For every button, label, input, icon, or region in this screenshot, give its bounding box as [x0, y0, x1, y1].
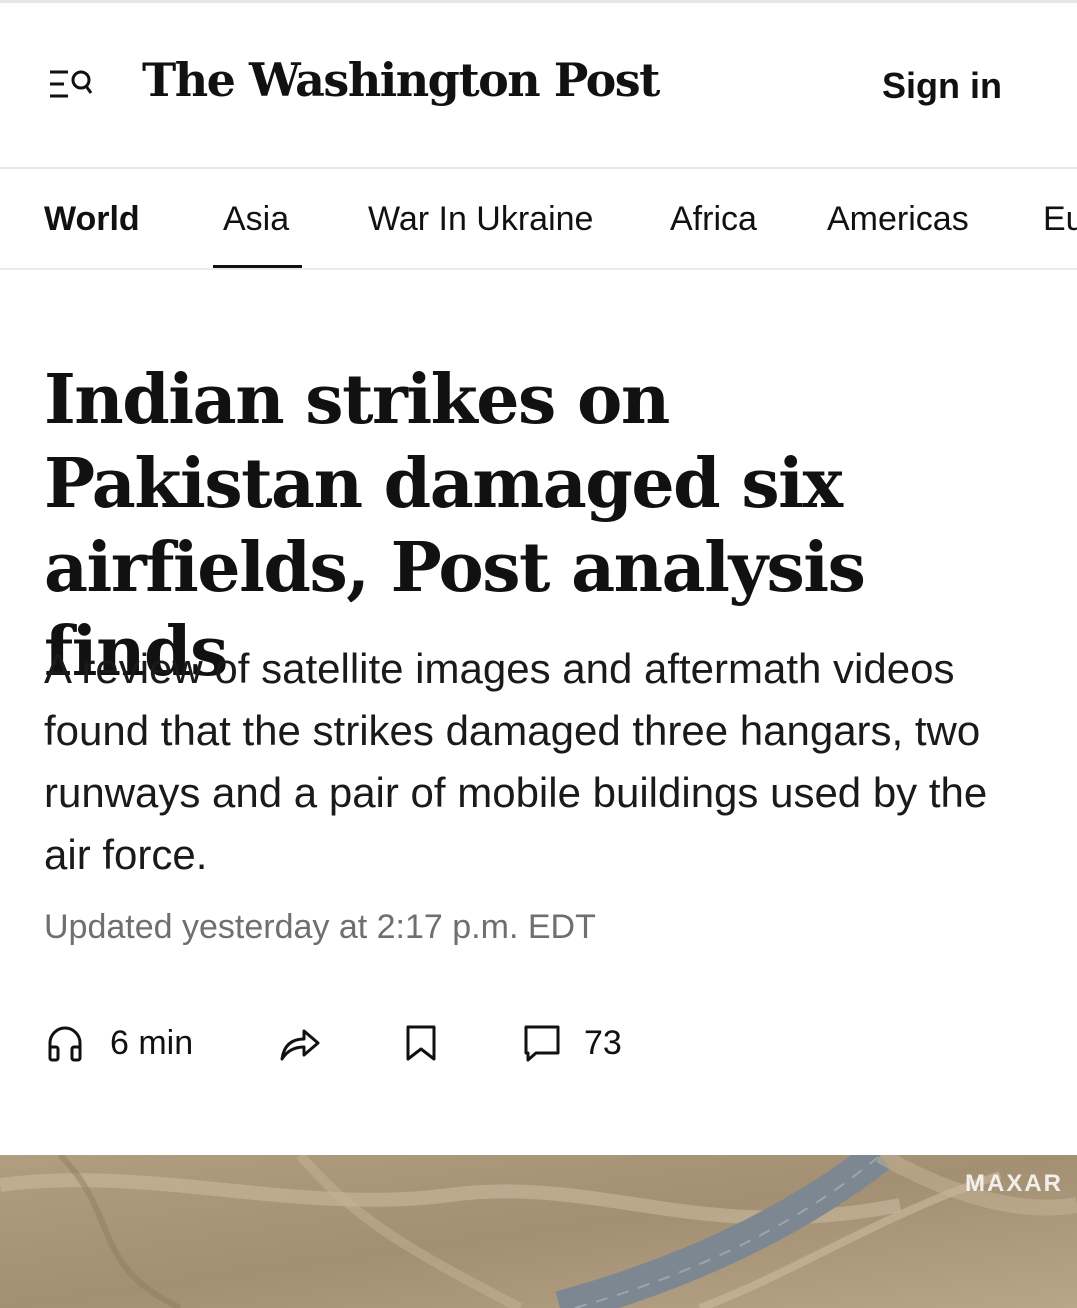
- article-timestamp: Updated yesterday at 2:17 p.m. EDT: [44, 908, 596, 946]
- satellite-image: [0, 1155, 1077, 1308]
- listen-button[interactable]: 6 min: [46, 1010, 193, 1076]
- nav-item-asia[interactable]: Asia: [223, 200, 289, 239]
- sign-in-link[interactable]: Sign in: [882, 65, 1002, 107]
- article-page: The Washington Post Sign in World Asia W…: [0, 0, 1077, 1308]
- listen-duration: 6 min: [110, 1023, 194, 1062]
- photo-credit: MAXAR: [965, 1170, 1063, 1197]
- nav-active-underline: [213, 265, 302, 268]
- nav-item-europe[interactable]: Eu: [1043, 200, 1077, 239]
- section-nav: World Asia War In Ukraine Africa America…: [0, 169, 1077, 270]
- nav-item-war-in-ukraine[interactable]: War In Ukraine: [368, 200, 593, 239]
- nav-item-americas[interactable]: Americas: [827, 200, 969, 239]
- site-header: The Washington Post Sign in: [0, 7, 1077, 169]
- nav-item-africa[interactable]: Africa: [670, 200, 757, 239]
- menu-search-icon: [50, 70, 93, 98]
- save-button[interactable]: [404, 1010, 438, 1076]
- headphones-icon: [48, 1026, 82, 1062]
- top-divider: [0, 0, 1077, 7]
- bookmark-icon: [406, 1025, 436, 1061]
- article-dek: A review of satellite images and afterma…: [44, 645, 988, 878]
- site-logo[interactable]: The Washington Post: [142, 53, 660, 107]
- comment-icon: [524, 1025, 560, 1062]
- share-arrow-icon: [280, 1029, 320, 1061]
- menu-search-button[interactable]: [46, 62, 98, 110]
- comments-count: 73: [584, 1023, 622, 1062]
- article-actions: 6 min 73: [0, 1010, 1077, 1080]
- comments-button[interactable]: 73: [522, 1010, 622, 1076]
- nav-item-world[interactable]: World: [44, 200, 140, 239]
- lead-satellite-image[interactable]: MAXAR: [0, 1155, 1077, 1308]
- share-button[interactable]: [278, 1010, 322, 1076]
